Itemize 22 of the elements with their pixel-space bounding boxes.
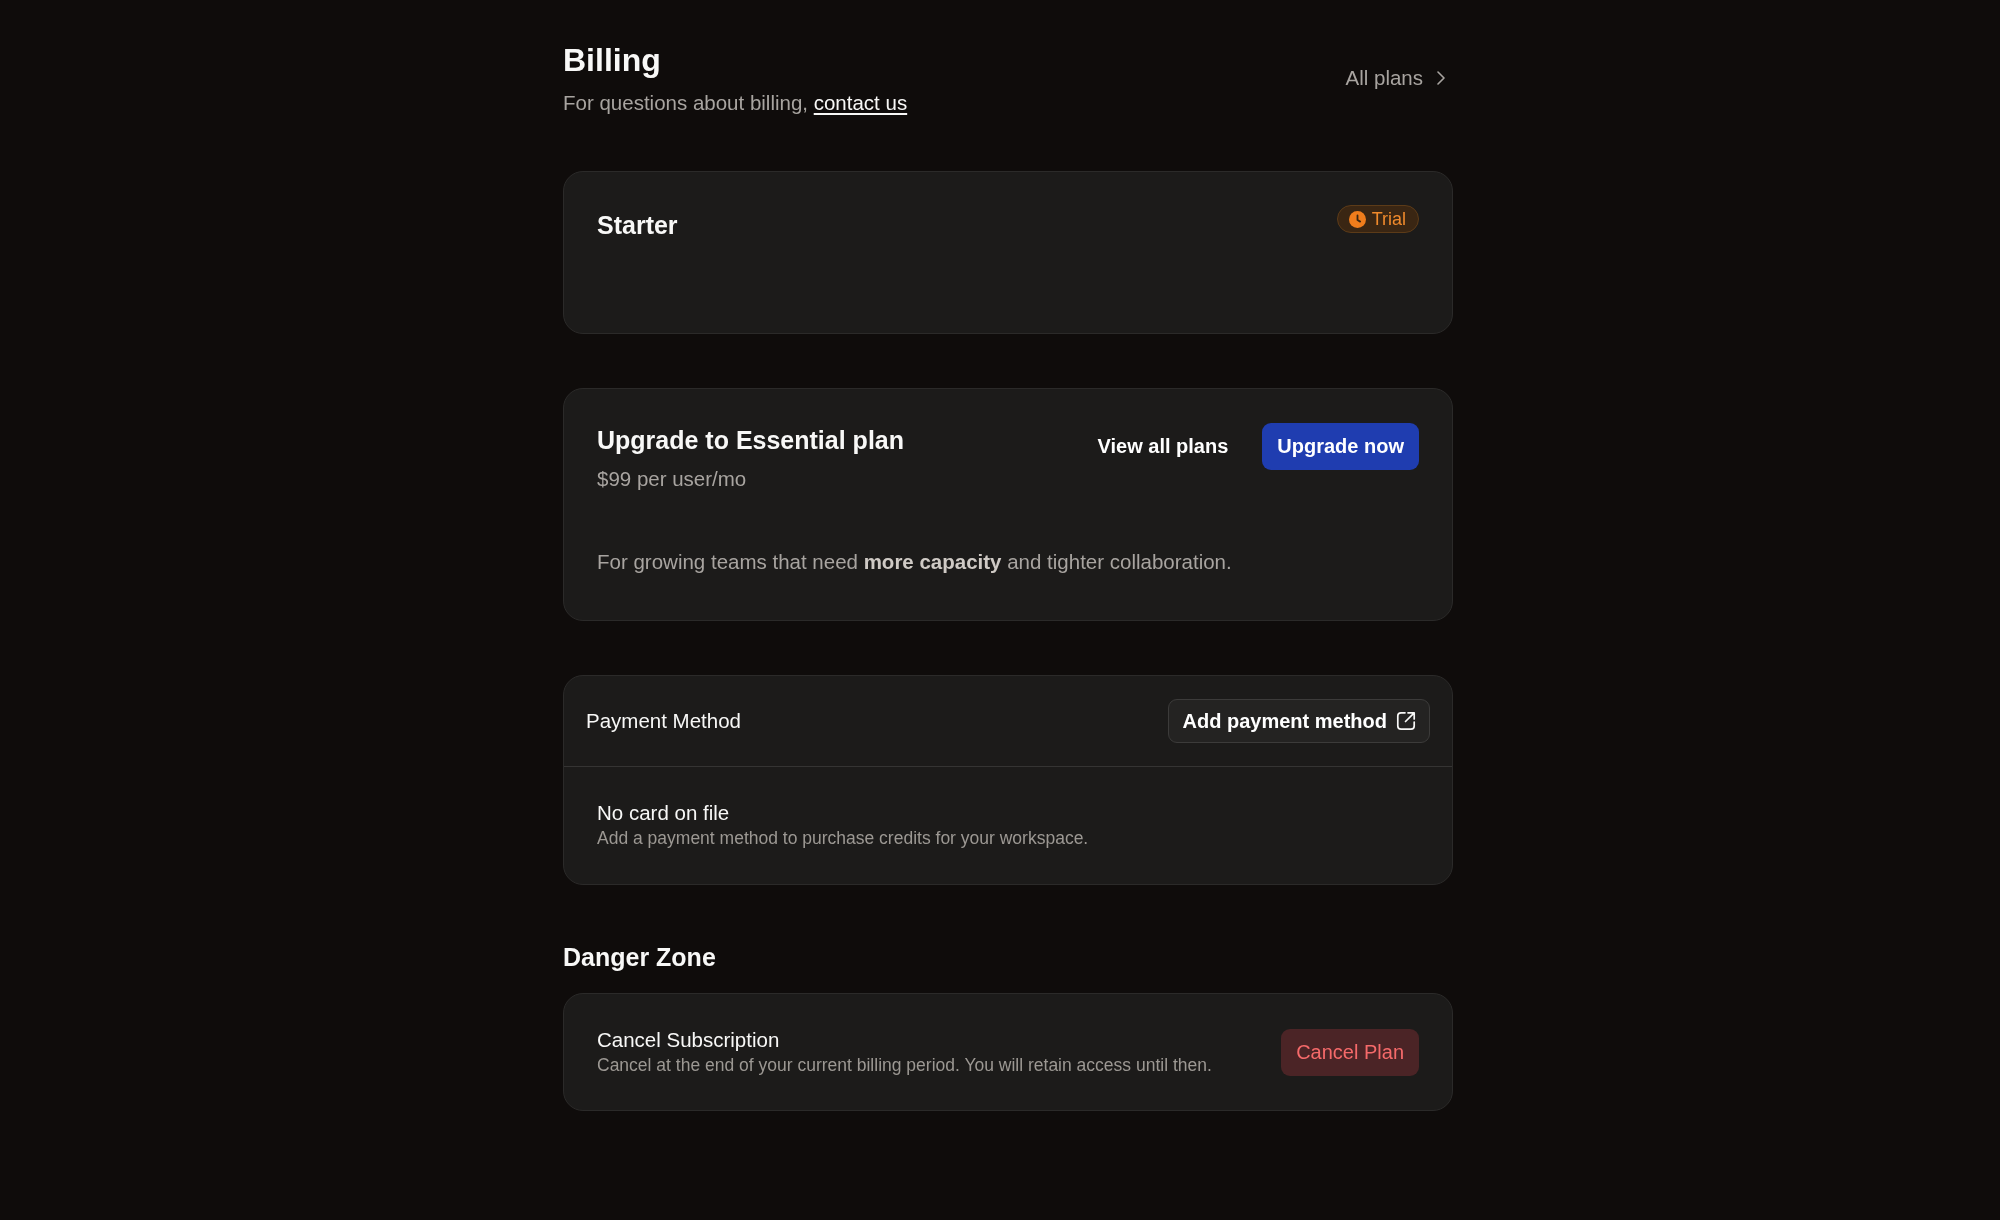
billing-subtitle: For questions about billing, contact us	[563, 89, 908, 116]
contact-link[interactable]: contact us	[813, 90, 908, 114]
upgrade-title: Upgrade to Essential plan	[597, 425, 904, 455]
plan-name: Starter	[597, 209, 678, 240]
upgrade-button[interactable]: Upgrade now	[1262, 423, 1419, 470]
add-payment-button[interactable]: Add payment method	[1167, 699, 1430, 743]
page-title: Billing	[563, 41, 662, 80]
view-plans-button[interactable]: View all plans	[1083, 423, 1243, 470]
status-label: Trial	[1371, 209, 1406, 229]
all-plans-link[interactable]: All plans	[1345, 64, 1445, 91]
cancel-plan-button[interactable]: Cancel Plan	[1281, 1028, 1419, 1076]
clock-icon	[1348, 210, 1366, 228]
empty-state-description: Add a payment method to purchase credits for your workspace.	[597, 826, 1090, 849]
plan-description: For growing teams that need more capacity and tighter collaboration.	[597, 549, 1233, 575]
plan-price: $99 per user/mo	[597, 465, 748, 492]
setting-description: Cancel at the end of your current billing period. You will retain access until then.	[597, 1054, 1212, 1076]
empty-state-title: No card on file	[597, 799, 731, 826]
chevron-right-icon	[1437, 70, 1445, 85]
setting-title: Cancel Subscription	[597, 1028, 781, 1052]
external-link-icon	[1396, 711, 1416, 731]
section-heading: Danger Zone	[563, 941, 717, 972]
section-title: Payment Method	[586, 708, 741, 734]
